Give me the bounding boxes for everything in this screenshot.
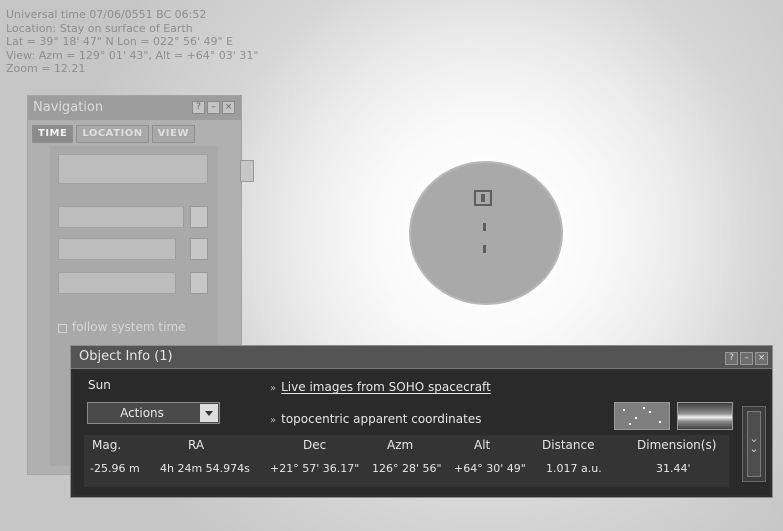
- help-icon[interactable]: ?: [192, 101, 205, 114]
- header-distance: Distance: [542, 438, 595, 452]
- header-alt: Alt: [474, 438, 491, 452]
- soho-link[interactable]: » Live images from SOHO spacecraft: [270, 380, 491, 394]
- help-icon[interactable]: ?: [725, 352, 738, 365]
- bullet-icon: »: [270, 415, 277, 426]
- view-direction-text: View: Azm = 129° 01' 43", Alt = +64° 03'…: [6, 48, 259, 62]
- bullet-icon: »: [270, 383, 277, 394]
- marker-tick: [483, 223, 486, 231]
- value-dimensions: 31.44': [656, 462, 691, 475]
- time-rate-field[interactable]: [58, 154, 208, 184]
- chevron-down-icon[interactable]: [190, 206, 208, 228]
- coordinates-table: Mag. RA Dec Azm Alt Distance Dimension(s…: [84, 435, 729, 487]
- time-zone-select[interactable]: [58, 206, 184, 228]
- sun-disc[interactable]: [411, 163, 561, 303]
- location-text: Location: Stay on surface of Earth: [6, 21, 193, 35]
- universal-time-text: Universal time 07/06/0551 BC 06:52: [6, 8, 207, 21]
- navigation-title: Navigation: [33, 100, 104, 115]
- follow-system-time-label: follow system time: [72, 320, 186, 334]
- selection-marker-icon: [474, 190, 492, 206]
- object-info-title: Object Info (1): [79, 349, 173, 364]
- time-field[interactable]: [58, 272, 176, 294]
- horizon-thumbnail[interactable]: [677, 402, 733, 430]
- header-dimensions: Dimension(s): [637, 438, 717, 452]
- object-info-titlebar[interactable]: Object Info (1) ? – ×: [71, 346, 772, 369]
- double-chevron-down-icon: ⌄ ⌄: [747, 411, 761, 477]
- object-name: Sun: [88, 378, 111, 392]
- close-icon[interactable]: ×: [222, 101, 235, 114]
- value-dec: +21° 57' 36.17": [270, 462, 360, 475]
- actions-dropdown[interactable]: Actions: [87, 402, 220, 424]
- value-azm: 126° 28' 56": [372, 462, 442, 475]
- navigation-titlebar[interactable]: Navigation ? – ×: [28, 96, 241, 120]
- zoom-text: Zoom = 12.21: [6, 62, 86, 76]
- header-dec: Dec: [303, 438, 327, 452]
- date-field[interactable]: [58, 238, 176, 260]
- close-icon[interactable]: ×: [755, 352, 768, 365]
- coordinates-mode-text: topocentric apparent coordinates: [281, 412, 482, 426]
- sky-thumbnail[interactable]: [614, 402, 670, 430]
- tab-location[interactable]: LOCATION: [76, 125, 149, 143]
- object-info-window-buttons: ? – ×: [725, 352, 768, 365]
- status-overlay: Universal time 07/06/0551 BC 06:52 Locat…: [6, 8, 258, 76]
- play-button[interactable]: [240, 160, 254, 182]
- coordinates-mode-link[interactable]: » topocentric apparent coordinates: [270, 412, 481, 426]
- actions-label: Actions: [120, 406, 164, 420]
- follow-system-time-checkbox[interactable]: [58, 324, 67, 333]
- chevron-down-icon[interactable]: [190, 272, 208, 294]
- value-alt: +64° 30' 49": [454, 462, 526, 475]
- value-mag: -25.96 m: [90, 462, 140, 475]
- header-ra: RA: [188, 438, 205, 452]
- minimize-icon[interactable]: –: [207, 101, 220, 114]
- soho-link-text: Live images from SOHO spacecraft: [281, 380, 491, 394]
- marker-tick: [483, 245, 486, 253]
- navigation-tabs: TIME LOCATION VIEW: [32, 125, 195, 143]
- chevron-down-icon[interactable]: [200, 404, 218, 422]
- expand-panel-button[interactable]: ⌄ ⌄: [742, 406, 766, 482]
- object-info-body: Sun Actions » Live images from SOHO space…: [74, 371, 769, 495]
- lat-lon-text: Lat = 39° 18' 47" N Lon = 022° 56' 49" E: [6, 35, 234, 49]
- chevron-down-icon[interactable]: [190, 238, 208, 260]
- header-mag: Mag.: [92, 438, 122, 452]
- value-ra: 4h 24m 54.974s: [160, 462, 250, 475]
- tab-time[interactable]: TIME: [32, 125, 74, 143]
- object-info-panel: Object Info (1) ? – × Sun Actions » Live …: [70, 345, 773, 498]
- tab-view[interactable]: VIEW: [151, 125, 195, 143]
- header-azm: Azm: [387, 438, 414, 452]
- navigation-window-buttons: ? – ×: [192, 101, 235, 114]
- value-distance: 1.017 a.u.: [546, 462, 602, 475]
- minimize-icon[interactable]: –: [740, 352, 753, 365]
- sky-view[interactable]: Universal time 07/06/0551 BC 06:52 Locat…: [0, 0, 783, 531]
